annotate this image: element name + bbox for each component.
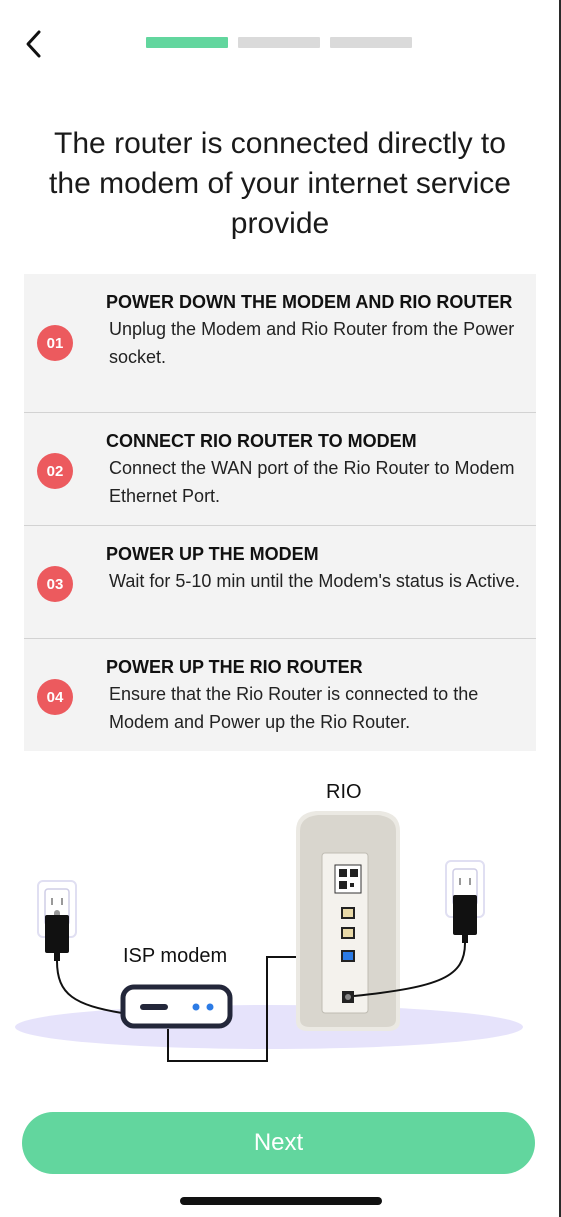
isp-modem-icon [120, 984, 233, 1029]
modem-label: ISP modem [123, 945, 228, 967]
left-outlet-icon [37, 880, 77, 961]
step-description: Wait for 5-10 min until the Modem's stat… [109, 571, 520, 591]
step-description: Unplug the Modem and Rio Router from the… [109, 319, 515, 367]
step-description: Connect the WAN port of the Rio Router t… [109, 458, 515, 506]
step-item: 03 POWER UP THE MODEM Wait for 5-10 min … [24, 526, 536, 639]
connection-illustration: RIO ISP modem [0, 765, 561, 1085]
progress-step-3 [330, 37, 412, 48]
right-outlet-icon [445, 860, 485, 943]
step-number-badge: 03 [37, 566, 73, 602]
rio-router-icon [296, 811, 400, 1031]
step-number-badge: 02 [37, 453, 73, 489]
progress-indicator [146, 37, 412, 48]
step-number-badge: 01 [37, 325, 73, 361]
step-title: CONNECT RIO ROUTER TO MODEM [106, 431, 417, 451]
chevron-left-icon [26, 30, 41, 58]
step-title: POWER UP THE RIO ROUTER [106, 657, 363, 677]
screen: The router is connected directly to the … [0, 0, 561, 1217]
step-item: 04 POWER UP THE RIO ROUTER Ensure that t… [24, 639, 536, 751]
step-title: POWER UP THE MODEM [106, 544, 319, 564]
modem-power-cable [56, 960, 123, 1014]
back-button[interactable] [14, 24, 54, 64]
progress-step-2 [238, 37, 320, 48]
progress-step-1 [146, 37, 228, 48]
steps-list: 01 POWER DOWN THE MODEM AND RIO ROUTER U… [24, 274, 536, 751]
step-number-badge: 04 [37, 679, 73, 715]
home-indicator[interactable] [180, 1197, 382, 1205]
next-button[interactable]: Next [22, 1112, 535, 1174]
step-item: 01 POWER DOWN THE MODEM AND RIO ROUTER U… [24, 274, 536, 413]
step-description: Ensure that the Rio Router is connected … [109, 684, 479, 732]
step-title: POWER DOWN THE MODEM AND RIO ROUTER [106, 292, 513, 312]
connection-diagram [15, 811, 523, 1062]
floor-shadow [15, 1005, 523, 1049]
page-title: The router is connected directly to the … [49, 127, 511, 240]
router-label: RIO [326, 781, 362, 803]
step-item: 02 CONNECT RIO ROUTER TO MODEM Connect t… [24, 413, 536, 526]
